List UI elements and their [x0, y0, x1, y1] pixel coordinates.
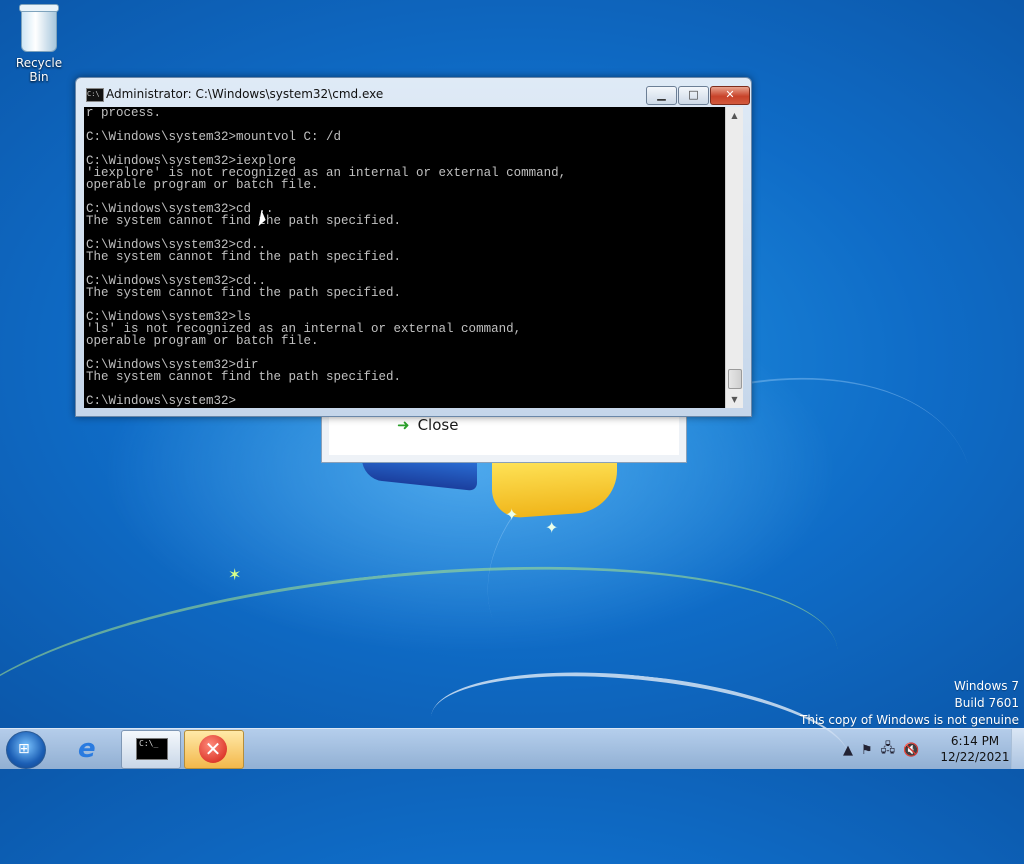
console-scrollbar[interactable]: ▲ ▼ — [725, 107, 743, 408]
taskbar-error-app[interactable]: ✕ — [184, 730, 244, 769]
volume-muted-icon[interactable]: 🔇 — [903, 743, 919, 758]
show-desktop-button[interactable] — [1011, 729, 1024, 769]
recycle-bin-icon — [19, 4, 59, 52]
windows-watermark: Windows 7 Build 7601 This copy of Window… — [800, 678, 1019, 729]
cmd-window-icon[interactable]: C:\ — [86, 88, 104, 102]
recycle-bin-shortcut[interactable]: Recycle Bin — [6, 4, 72, 84]
scroll-up-icon[interactable]: ▲ — [726, 107, 743, 124]
close-option-label: Close — [417, 416, 459, 434]
start-button[interactable]: ⊞ — [6, 731, 46, 769]
minimize-button[interactable]: ▁ — [646, 86, 677, 105]
green-arrow-icon: ➜ — [397, 416, 410, 434]
internet-explorer-icon: e — [78, 734, 96, 764]
system-tray: ▲ ⚑ 🖧 🔇 — [843, 739, 919, 761]
error-icon: ✕ — [199, 735, 227, 763]
taskbar: ⊞ e C:\_ ✕ ▲ ⚑ 🖧 🔇 6:14 PM 12/22/2021 — [0, 728, 1024, 769]
cmd-titlebar[interactable]: C:\ Administrator: C:\Windows\system32\c… — [76, 78, 751, 108]
maximize-button[interactable]: □ — [678, 86, 709, 105]
recycle-bin-label: Recycle Bin — [15, 56, 63, 84]
clock-time: 6:14 PM — [950, 734, 1000, 748]
console-text: r process. C:\Windows\system32>mountvol … — [86, 107, 567, 408]
close-program-option[interactable]: ➜ Close — [397, 416, 458, 434]
cmd-window-title: Administrator: C:\Windows\system32\cmd.e… — [106, 87, 384, 101]
close-button[interactable]: ✕ — [710, 86, 750, 105]
watermark-build: Build 7601 — [954, 696, 1019, 710]
network-icon[interactable]: 🖧 — [881, 739, 896, 761]
clock-date: 12/22/2021 — [940, 750, 1010, 764]
sparkle-icon: ✦ — [545, 518, 559, 537]
action-center-flag-icon[interactable]: ⚑ — [861, 743, 873, 758]
scroll-thumb[interactable] — [728, 369, 742, 389]
scroll-down-icon[interactable]: ▼ — [726, 391, 743, 408]
sparkle-icon: ✦ — [505, 505, 519, 524]
sparkle-icon: ✶ — [228, 565, 242, 584]
cmd-icon: C:\_ — [136, 738, 168, 760]
show-hidden-icons-icon[interactable]: ▲ — [843, 743, 853, 758]
taskbar-cmd[interactable]: C:\_ — [121, 730, 181, 769]
taskbar-clock[interactable]: 6:14 PM 12/22/2021 — [940, 733, 1010, 765]
cmd-window[interactable]: C:\ Administrator: C:\Windows\system32\c… — [75, 77, 752, 417]
console-output[interactable]: r process. C:\Windows\system32>mountvol … — [84, 107, 725, 408]
watermark-os: Windows 7 — [953, 679, 1019, 693]
taskbar-internet-explorer[interactable]: e — [66, 730, 114, 767]
start-orb-icon: ⊞ — [18, 741, 30, 757]
watermark-genuine-notice: This copy of Windows is not genuine — [800, 713, 1019, 727]
